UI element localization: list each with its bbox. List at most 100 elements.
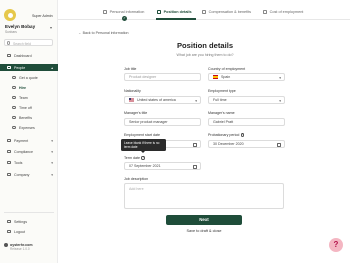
manager-name-value: Gabriel Pratt (213, 120, 234, 124)
term-date-label-text: Term date (124, 156, 140, 160)
chevron-down-icon: ▾ (51, 172, 53, 177)
sidebar-item-get-a-quote[interactable]: Get a quote (0, 74, 58, 81)
sidebar-item-label: Company (14, 172, 30, 177)
sidebar-item-company[interactable]: Company ▾ (0, 171, 58, 178)
tab-label: Cost of employment (269, 10, 304, 14)
job-title-input[interactable]: Product designer (124, 73, 201, 81)
chevron-down-icon: ▾ (195, 99, 197, 103)
nationality-label: Nationality (124, 89, 141, 93)
calendar-icon[interactable] (193, 143, 197, 147)
tabs-divider (58, 19, 350, 20)
employment-type-value: Full time (213, 98, 227, 102)
dashboard-icon (7, 53, 11, 58)
time-off-icon (12, 105, 16, 110)
user-company: Sunbars (5, 30, 17, 34)
tab-personal-information[interactable]: Personal information (103, 10, 144, 14)
back-link-label: Back to Personal information (82, 31, 129, 35)
help-circle-icon[interactable]: ? (141, 156, 145, 160)
term-date-label: Term date? (124, 156, 145, 160)
sidebar-item-dashboard[interactable]: Dashboard (0, 52, 58, 59)
benefits-icon (12, 115, 16, 120)
quote-icon (12, 75, 16, 80)
sidebar-item-label: Benefits (19, 115, 32, 120)
tab-position-details[interactable]: Position details (157, 10, 192, 14)
manager-name-label: Manager's name (208, 111, 235, 115)
sidebar-item-team[interactable]: Team (0, 94, 58, 101)
back-link[interactable]: ← Back to Personal information (78, 31, 129, 35)
active-tab-underline (156, 18, 196, 20)
sidebar-item-label: Settings (14, 219, 27, 224)
sidebar-item-label: Dashboard (14, 53, 32, 58)
term-date-value: 07 September 2021 (129, 164, 161, 168)
user-menu-chevron-icon[interactable]: ▾ (50, 25, 52, 30)
sidebar-item-tools[interactable]: Tools ▾ (0, 159, 58, 166)
probation-input[interactable]: 30 December 2020 (208, 140, 285, 148)
employment-type-select[interactable]: Full time ▾ (208, 96, 285, 104)
page-title: Position details (176, 41, 234, 50)
sidebar-item-benefits[interactable]: Benefits (0, 114, 58, 121)
sidebar-item-expenses[interactable]: Expenses (0, 124, 58, 131)
calendar-icon[interactable] (193, 165, 197, 169)
sidebar-item-hire[interactable]: Hire (0, 84, 58, 91)
tab-cost-of-employment[interactable]: Cost of employment (263, 10, 303, 14)
help-button[interactable]: ? (329, 238, 343, 252)
sidebar-item-time-off[interactable]: Time off (0, 104, 58, 111)
calendar-icon[interactable] (277, 143, 281, 147)
job-description-label: Job description (124, 177, 149, 181)
next-button[interactable]: Next (166, 215, 242, 225)
usa-flag-icon (129, 98, 134, 102)
chevron-down-icon: ▾ (51, 160, 53, 165)
user-name[interactable]: Evelyn Bobay (5, 24, 35, 29)
company-icon (7, 172, 11, 177)
tab-compensation-benefits[interactable]: Compensation & benefits (202, 10, 251, 14)
sidebar-item-settings[interactable]: Settings (0, 218, 58, 225)
expenses-icon (12, 125, 16, 130)
term-date-tooltip: Leave blank if there is no term date (121, 139, 166, 153)
sidebar: Super Admin Evelyn Bobay ▾ Sunbars Searc… (0, 0, 58, 263)
probation-label-text: Probationary period (208, 133, 240, 137)
sidebar-item-label: Expenses (19, 125, 35, 130)
logout-icon (7, 229, 11, 234)
sidebar-item-logout[interactable]: Logout (0, 228, 58, 235)
footer-version: Release 1.0.0 (10, 247, 30, 251)
sidebar-item-people[interactable]: People ▴ (0, 64, 58, 71)
nationality-select[interactable]: United states of america ▾ (124, 96, 201, 104)
chevron-down-icon: ▾ (51, 149, 53, 154)
tab-label: Personal information (109, 10, 145, 14)
sidebar-item-label: Payment (14, 138, 29, 143)
compliance-icon (7, 149, 11, 154)
sidebar-item-label: Hire (19, 85, 26, 90)
sidebar-item-label: Tools (14, 160, 23, 165)
step-complete-check-icon: ✓ (122, 16, 127, 21)
manager-title-label: Manager's title (124, 111, 148, 115)
tab-label: Position details (163, 10, 192, 14)
people-icon (7, 65, 11, 70)
gear-icon (7, 219, 11, 224)
job-title-placeholder: Product designer (129, 75, 157, 79)
help-circle-icon[interactable]: ? (240, 133, 245, 137)
page-subtitle: What job are you hiring them to do? (176, 53, 234, 57)
country-select[interactable]: Spain ▾ (208, 73, 285, 81)
employment-type-label: Employment type (208, 89, 236, 93)
sidebar-search-input[interactable]: Search field (4, 39, 53, 46)
country-value: Spain (221, 75, 231, 79)
hire-icon (12, 85, 16, 90)
search-placeholder: Search field (13, 41, 31, 46)
save-draft-link[interactable]: Save to draft & close (166, 229, 242, 233)
manager-title-input[interactable]: Senior product manager (124, 118, 201, 126)
job-description-textarea[interactable]: Add here (124, 183, 284, 209)
term-date-input[interactable]: 07 September 2021 (124, 162, 201, 170)
sidebar-item-label: Get a quote (19, 75, 38, 80)
sidebar-item-label: People (14, 65, 26, 70)
user-role: Super Admin (32, 14, 53, 18)
manager-name-input[interactable]: Gabriel Pratt (208, 118, 285, 126)
spain-flag-icon (213, 75, 218, 79)
probation-value: 30 December 2020 (213, 142, 244, 146)
sidebar-item-payment[interactable]: Payment ▾ (0, 137, 58, 144)
oyster-logo-icon (4, 243, 8, 247)
chevron-down-icon: ▾ (279, 76, 281, 80)
chevron-down-icon: ▾ (51, 138, 53, 143)
sidebar-item-compliance[interactable]: Compliance ▾ (0, 148, 58, 155)
tab-label: Compensation & benefits (208, 10, 252, 14)
sidebar-footer: oysterhr.com Release 1.0.0 (10, 243, 33, 251)
